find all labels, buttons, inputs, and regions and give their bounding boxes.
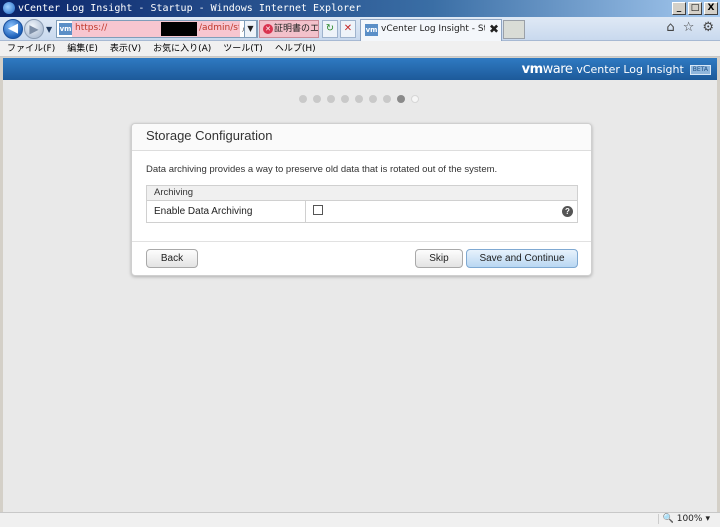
address-dropdown-icon[interactable]: ▼ — [244, 20, 257, 38]
storage-config-dialog: Storage Configuration Data archiving pro… — [131, 123, 592, 276]
close-window-button[interactable]: X — [704, 2, 718, 15]
zoom-level: 100% — [676, 514, 703, 524]
wizard-step-dot — [327, 95, 335, 103]
wizard-step-dot — [355, 95, 363, 103]
product-header: vmware vCenter Log Insight BETA — [3, 58, 717, 80]
browser-nav-row: ◀ ▶ ▼ vm https:// /admin/startup#/admin/… — [0, 17, 720, 41]
window-title-bar: vCenter Log Insight - Startup - Windows … — [0, 0, 720, 17]
menu-tools[interactable]: ツール(T) — [223, 41, 263, 56]
page-title: Storage Configuration — [146, 128, 273, 143]
wizard-step-dot — [383, 95, 391, 103]
menu-favorites[interactable]: お気に入り(A) — [153, 41, 211, 56]
zoom-control[interactable]: 🔍 100% ▾ — [657, 514, 710, 524]
wizard-step-dot — [313, 95, 321, 103]
menu-help[interactable]: ヘルプ(H) — [275, 41, 316, 56]
address-bar[interactable]: vm https:// /admin/startup#/admin/s ⌕ — [56, 20, 258, 38]
stop-button[interactable]: ✕ — [340, 20, 356, 38]
star-icon[interactable]: ☆ — [683, 20, 695, 35]
dialog-footer: Back Skip Save and Continue — [132, 241, 591, 275]
wizard-step-dot — [397, 95, 405, 103]
minimize-button[interactable]: _ — [672, 2, 686, 15]
wizard-step-dot — [341, 95, 349, 103]
status-bar: 🔍 100% ▾ — [0, 512, 720, 527]
history-dropdown-icon[interactable]: ▼ — [46, 25, 52, 34]
refresh-button[interactable]: ↻ — [322, 20, 338, 38]
new-tab-button[interactable] — [503, 20, 525, 39]
tab-favicon: vm — [365, 24, 378, 36]
browser-forward-button[interactable]: ▶ — [24, 19, 44, 39]
enable-archiving-checkbox[interactable] — [313, 205, 323, 215]
enable-archiving-label: Enable Data Archiving — [154, 206, 253, 217]
page-content: Storage Configuration Data archiving pro… — [3, 80, 717, 512]
archiving-settings: Archiving Enable Data Archiving ? — [146, 185, 578, 223]
maximize-button[interactable]: □ — [688, 2, 702, 15]
beta-badge: BETA — [689, 64, 711, 75]
section-header-archiving: Archiving — [147, 186, 577, 201]
setting-row-enable-archiving: Enable Data Archiving ? — [147, 201, 577, 222]
wizard-step-dot — [299, 95, 307, 103]
product-name: vCenter Log Insight — [576, 63, 684, 76]
back-button[interactable]: Back — [146, 249, 198, 268]
product-brand: vmware vCenter Log Insight BETA — [522, 62, 711, 77]
window-title: vCenter Log Insight - Startup - Windows … — [18, 3, 362, 14]
site-favicon: vm — [59, 23, 72, 35]
menu-bar: ファイル(F) 編集(E) 表示(V) お気に入り(A) ツール(T) ヘルプ(… — [0, 41, 720, 57]
tab-title: vCenter Log Insight - Start... — [381, 24, 485, 34]
browser-back-button[interactable]: ◀ — [3, 19, 23, 39]
help-icon[interactable]: ? — [562, 206, 573, 217]
vmware-logo: vmware — [521, 62, 573, 77]
browser-tab-active[interactable]: vm vCenter Log Insight - Start... ✖ — [360, 19, 502, 41]
menu-file[interactable]: ファイル(F) — [7, 41, 55, 56]
certificate-warning-icon: ✕ — [263, 24, 273, 34]
browser-toolbar-right: ⌂ ☆ ⚙ — [666, 20, 714, 35]
home-icon[interactable]: ⌂ — [666, 20, 674, 35]
tab-close-icon[interactable]: ✖ — [489, 22, 499, 36]
save-continue-button[interactable]: Save and Continue — [466, 249, 578, 268]
certificate-error-label: 証明書のエ... — [274, 24, 319, 34]
url-redacted-host — [161, 22, 197, 36]
gear-icon[interactable]: ⚙ — [702, 20, 714, 35]
wizard-progress — [299, 95, 419, 103]
wizard-step-dot — [369, 95, 377, 103]
url-scheme: https:// — [75, 23, 108, 33]
dialog-header: Storage Configuration — [132, 124, 591, 151]
wizard-step-dot — [411, 95, 419, 103]
zoom-dropdown-icon[interactable]: ▾ — [705, 514, 710, 524]
menu-edit[interactable]: 編集(E) — [67, 41, 98, 56]
skip-button[interactable]: Skip — [415, 249, 463, 268]
ie-app-icon — [3, 2, 15, 14]
dialog-description: Data archiving provides a way to preserv… — [146, 164, 498, 175]
zoom-icon: 🔍 — [662, 514, 674, 524]
url-path: /admin/startup#/admin/s — [199, 23, 239, 33]
certificate-error-button[interactable]: ✕ 証明書のエ... — [259, 20, 319, 38]
window-controls: _ □ X — [672, 2, 718, 15]
menu-view[interactable]: 表示(V) — [110, 41, 141, 56]
